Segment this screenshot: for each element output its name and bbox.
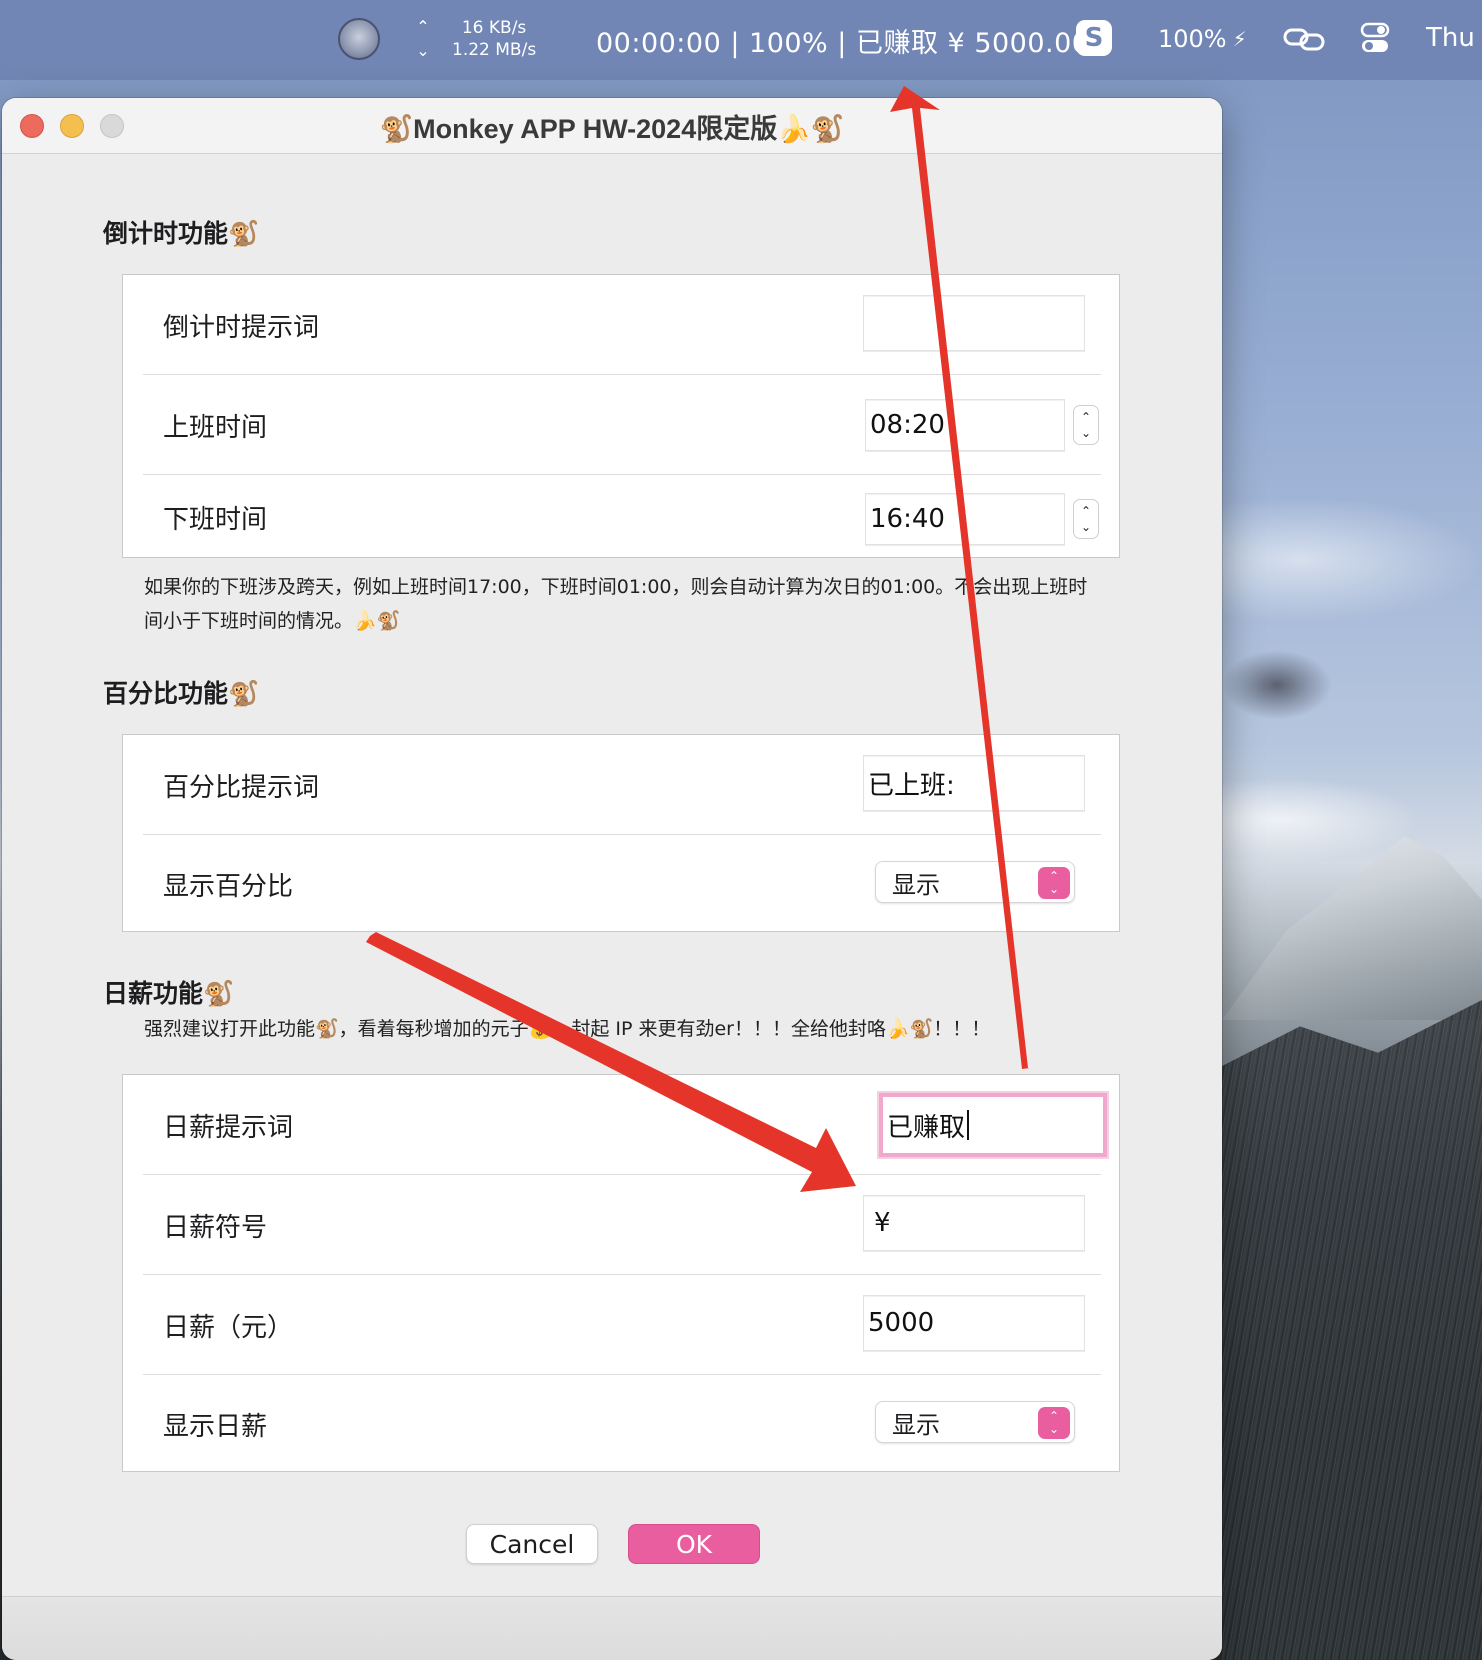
salary-symbol-input[interactable]: ¥ <box>863 1195 1085 1251</box>
salary-amount-row: 日薪（元） 5000 <box>143 1275 1101 1375</box>
network-arrows-icon: ⌃ ⌄ <box>412 18 434 60</box>
end-time-stepper[interactable]: ⌃ ⌄ <box>1073 499 1099 539</box>
stepper-down-icon[interactable]: ⌄ <box>1081 519 1091 535</box>
title-bar[interactable]: 🐒Monkey APP HW-2024限定版🍌🐒 <box>2 98 1222 154</box>
start-time-row: 上班时间 08:20 ⌃ ⌄ <box>143 375 1101 475</box>
up-arrow-icon: ⌃ <box>416 17 430 36</box>
link-icon[interactable] <box>1282 24 1326 54</box>
input-method-s-icon[interactable]: S <box>1076 20 1112 56</box>
start-time-stepper[interactable]: ⌃ ⌄ <box>1073 405 1099 445</box>
monkey-status-readout[interactable]: 00:00:00 | 100% | 已赚取 ¥ 5000.00 <box>596 20 1089 60</box>
menu-clock[interactable]: Thu <box>1426 20 1475 56</box>
select-arrows-icon[interactable]: ⌃ ⌄ <box>1038 1407 1070 1439</box>
show-percent-row: 显示百分比 显示 ⌃ ⌄ <box>143 835 1101 933</box>
percent-section-heading: 百分比功能🐒 <box>103 679 260 708</box>
countdown-section-heading: 倒计时功能🐒 <box>103 219 260 248</box>
salary-section-heading: 日薪功能🐒 <box>103 979 235 1008</box>
end-time-row: 下班时间 16:40 ⌃ ⌄ <box>143 475 1101 559</box>
countdown-note-line2: 间小于下班时间的情况。🍌🐒 <box>144 610 401 632</box>
toggle-switches-icon <box>1360 22 1390 52</box>
stepper-down-icon[interactable]: ⌄ <box>1081 425 1091 441</box>
salary-prompt-label: 日薪提示词 <box>163 1112 294 1143</box>
charging-bolt-icon: ⚡ <box>1232 27 1247 51</box>
show-salary-label: 显示日薪 <box>163 1411 268 1442</box>
show-salary-row: 显示日薪 显示 ⌃ ⌄ <box>143 1375 1101 1473</box>
countdown-panel: 倒计时提示词 上班时间 08:20 ⌃ ⌄ 下班时间 16:40 ⌃ ⌄ <box>122 274 1120 558</box>
salary-amount-input[interactable]: 5000 <box>863 1295 1085 1351</box>
control-center-icon[interactable] <box>1360 20 1390 56</box>
show-percent-select[interactable]: 显示 ⌃ ⌄ <box>875 861 1075 903</box>
show-salary-value: 显示 <box>892 1410 940 1439</box>
show-percent-value: 显示 <box>892 870 940 899</box>
countdown-prompt-label: 倒计时提示词 <box>163 312 320 343</box>
network-speed[interactable]: 16 KB/s 1.22 MB/s <box>452 17 536 61</box>
menu-bar: ⌃ ⌄ 16 KB/s 1.22 MB/s 00:00:00 | 100% | … <box>0 0 1482 80</box>
wallpaper-cloud <box>1222 650 1332 720</box>
show-salary-select[interactable]: 显示 ⌃ ⌄ <box>875 1401 1075 1443</box>
countdown-prompt-row: 倒计时提示词 <box>143 275 1101 375</box>
percent-prompt-input[interactable]: 已上班: <box>863 755 1085 811</box>
wallpaper-forest <box>1222 1000 1482 1660</box>
stepper-up-icon[interactable]: ⌃ <box>1081 503 1091 519</box>
window-footer <box>2 1596 1222 1660</box>
percent-prompt-row: 百分比提示词 已上班: <box>143 735 1101 835</box>
text-caret <box>967 1110 970 1140</box>
countdown-note: 如果你的下班涉及跨天，例如上班时间17:00，下班时间01:00，则会自动计算为… <box>144 570 1124 638</box>
stepper-up-icon[interactable]: ⌃ <box>1081 409 1091 425</box>
salary-prompt-value: 已赚取 <box>887 1112 966 1143</box>
end-time-label: 下班时间 <box>163 504 268 535</box>
percent-prompt-label: 百分比提示词 <box>163 772 320 803</box>
countdown-prompt-input[interactable] <box>863 295 1085 351</box>
monkey-app-window: 🐒Monkey APP HW-2024限定版🍌🐒 倒计时功能🐒 倒计时提示词 上… <box>2 98 1222 1660</box>
salary-amount-label: 日薪（元） <box>163 1312 294 1343</box>
ok-button[interactable]: OK <box>628 1524 760 1564</box>
cancel-button[interactable]: Cancel <box>466 1524 598 1564</box>
percent-panel: 百分比提示词 已上班: 显示百分比 显示 ⌃ ⌄ <box>122 734 1120 932</box>
monkey-avatar-icon[interactable] <box>338 18 380 60</box>
window-title: 🐒Monkey APP HW-2024限定版🍌🐒 <box>379 113 845 144</box>
down-arrow-icon: ⌄ <box>416 41 430 60</box>
download-rate: 1.22 MB/s <box>452 40 537 60</box>
salary-prompt-row: 日薪提示词 已赚取 <box>143 1075 1107 1175</box>
link-icon-graphic <box>1283 28 1325 51</box>
salary-symbol-row: 日薪符号 ¥ <box>143 1175 1101 1275</box>
salary-panel: 日薪提示词 已赚取 日薪符号 ¥ 日薪（元） 5000 显示日薪 显示 ⌃ ⌄ <box>122 1074 1120 1472</box>
salary-prompt-input[interactable]: 已赚取 <box>879 1093 1107 1157</box>
salary-symbol-label: 日薪符号 <box>163 1212 268 1243</box>
salary-note: 强烈建议打开此功能🐒，看着每秒增加的元子💰，封起 IP 来更有劲er！！！全给他… <box>144 1018 991 1040</box>
start-time-input[interactable]: 08:20 <box>865 399 1065 451</box>
show-percent-label: 显示百分比 <box>163 871 294 902</box>
wallpaper-mountain <box>1222 836 1482 1020</box>
countdown-note-line1: 如果你的下班涉及跨天，例如上班时间17:00，下班时间01:00，则会自动计算为… <box>144 576 1088 598</box>
battery-status[interactable]: 100% ⚡ <box>1158 22 1247 56</box>
select-arrows-icon[interactable]: ⌃ ⌄ <box>1038 867 1070 899</box>
start-time-label: 上班时间 <box>163 412 268 443</box>
upload-rate: 16 KB/s <box>461 18 527 38</box>
end-time-input[interactable]: 16:40 <box>865 493 1065 545</box>
battery-percent: 100% <box>1158 25 1227 53</box>
